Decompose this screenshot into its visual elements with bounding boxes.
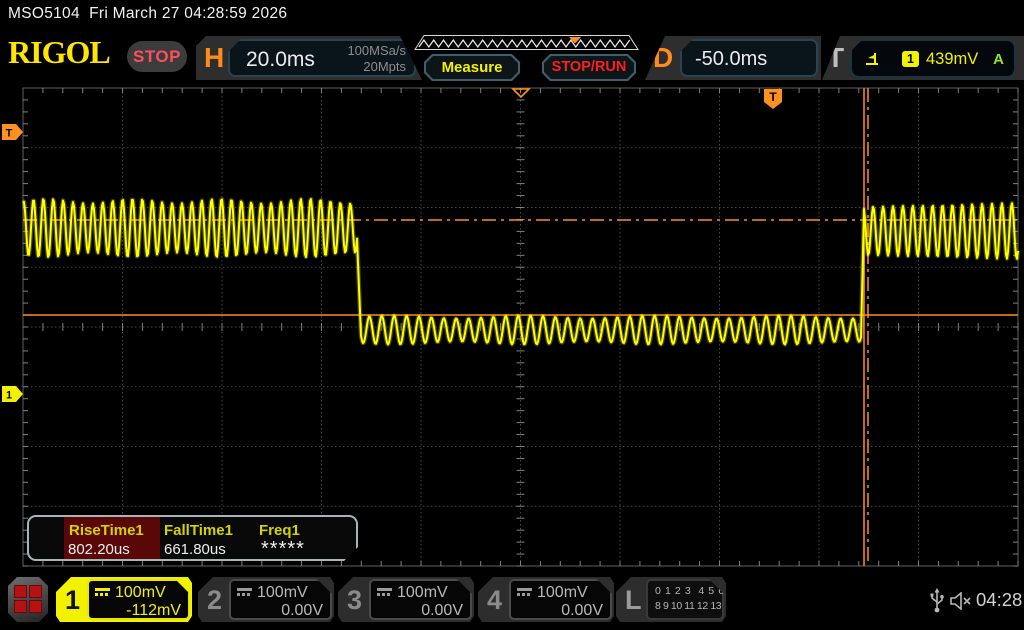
logic-label: L: [625, 585, 642, 616]
dc-coupling-icon: [377, 588, 392, 597]
timebase-box[interactable]: 20.0ms 100MSa/s 20Mpts: [228, 39, 416, 77]
channel-1-box[interactable]: 1 100mV -112mV: [56, 577, 192, 622]
svg-text:1: 1: [6, 390, 12, 402]
titlebar: MSO5104 Fri March 27 04:28:59 2026: [0, 0, 1024, 30]
trigger-level-value: 439mV: [926, 50, 978, 69]
logic-channels-box[interactable]: L 0 1 2 3 4 5 6 7 8 9 10 11 12 13 14 15: [616, 577, 726, 622]
rigol-logo: RIGOL: [8, 34, 110, 71]
channel-4-box[interactable]: 4 100mV 0.00V: [478, 577, 614, 622]
channel-number: 2: [207, 585, 222, 616]
channel-scale: 100mV: [537, 584, 588, 602]
channel-scale: 100mV: [257, 584, 308, 602]
stop-run-button-label: STOP/RUN: [544, 56, 634, 79]
acquisition-info: 100MSa/s 20Mpts: [347, 43, 406, 75]
rising-edge-trigger-icon: [864, 49, 884, 67]
measurement-label: FallTime1: [164, 522, 233, 539]
horizontal-settings-box[interactable]: H 20.0ms 100MSa/s 20Mpts: [196, 36, 422, 80]
run-state-badge[interactable]: STOP: [127, 41, 187, 72]
measurement-results-panel[interactable]: RiseTime1 FallTime1 Freq1 802.20us 661.8…: [27, 515, 358, 561]
dc-coupling-icon: [517, 588, 532, 597]
trigger-settings-box[interactable]: T 1 439mV A: [822, 36, 1024, 80]
header-bar: RIGOL STOP H 20.0ms 100MSa/s 20Mpts Meas…: [0, 30, 1024, 82]
logic-channels-row2: 8 9 10 11 12 13 14 15: [655, 600, 748, 612]
delay-value: -50.0ms: [695, 48, 767, 71]
trigger-position-marker[interactable]: T: [764, 89, 782, 109]
clock: 04:28: [976, 589, 1022, 611]
channel-panel: 100mV 0.00V: [369, 579, 472, 620]
trigger-sweep-mode: A: [993, 51, 1004, 68]
menu-grid-icon: [14, 585, 27, 598]
menu-button[interactable]: [8, 577, 48, 622]
sample-rate: 100MSa/s: [347, 43, 406, 59]
stop-run-button[interactable]: STOP/RUN: [542, 54, 636, 81]
speaker-muted-icon: [950, 592, 974, 610]
trigger-level-marker[interactable]: T: [2, 124, 23, 140]
measurement-label: RiseTime1: [69, 522, 144, 539]
channel-2-box[interactable]: 2 100mV 0.00V: [198, 577, 334, 622]
logic-panel: 0 1 2 3 4 5 6 7 8 9 10 11 12 13 14 15: [646, 579, 724, 620]
horizontal-label: H: [204, 42, 224, 74]
channel-1-ground-marker[interactable]: 1: [2, 386, 23, 402]
channel-panel: 100mV 0.00V: [229, 579, 332, 620]
channel-scale: 100mV: [115, 584, 166, 602]
channel-number: 4: [487, 585, 502, 616]
dc-coupling-icon: [95, 588, 110, 597]
channel-panel: 100mV -112mV: [87, 579, 190, 620]
channel-offset: -112mV: [126, 602, 181, 620]
model-and-datetime: MSO5104 Fri March 27 04:28:59 2026: [8, 5, 287, 23]
channel-status-bar: 1 100mV -112mV 2 100mV 0.00V 3 100mV 0.0…: [0, 572, 1024, 630]
menu-grid-icon: [29, 600, 42, 613]
channel-offset: 0.00V: [281, 602, 323, 620]
trigger-box[interactable]: 1 439mV A: [850, 39, 1016, 78]
measurement-value: *****: [261, 538, 305, 561]
menu-grid-icon: [14, 600, 27, 613]
channel-panel: 100mV 0.00V: [509, 579, 612, 620]
svg-text:T: T: [769, 90, 777, 104]
logic-channels-row1: 0 1 2 3 4 5 6 7: [655, 585, 735, 597]
channel-number: 3: [347, 585, 362, 616]
channel-offset: 0.00V: [561, 602, 603, 620]
trigger-source-badge: 1: [902, 51, 919, 67]
channel-scale: 100mV: [397, 584, 448, 602]
delay-box[interactable]: -50.0ms: [680, 39, 818, 77]
svg-text:T: T: [6, 128, 13, 140]
usb-icon: [929, 588, 945, 614]
dc-coupling-icon: [237, 588, 252, 597]
timebase-value: 20.0ms: [246, 48, 315, 72]
menu-grid-icon: [29, 585, 42, 598]
measurement-value: 661.80us: [164, 541, 226, 558]
oscilloscope-screen: T 1 T MSO5104 Fri March 27 04:28:59 2026 R…: [0, 0, 1024, 630]
channel-3-box[interactable]: 3 100mV 0.00V: [338, 577, 474, 622]
memory-depth: 20Mpts: [347, 59, 406, 75]
delay-settings-box[interactable]: D -50.0ms: [645, 36, 821, 80]
measure-button[interactable]: Measure: [424, 54, 520, 81]
measure-button-label: Measure: [426, 56, 518, 79]
measurement-value: 802.20us: [68, 541, 130, 558]
channel-offset: 0.00V: [421, 602, 463, 620]
measurement-label: Freq1: [259, 522, 300, 539]
channel-number: 1: [65, 585, 80, 616]
delay-label: D: [653, 42, 673, 74]
trigger-label: T: [827, 42, 844, 74]
